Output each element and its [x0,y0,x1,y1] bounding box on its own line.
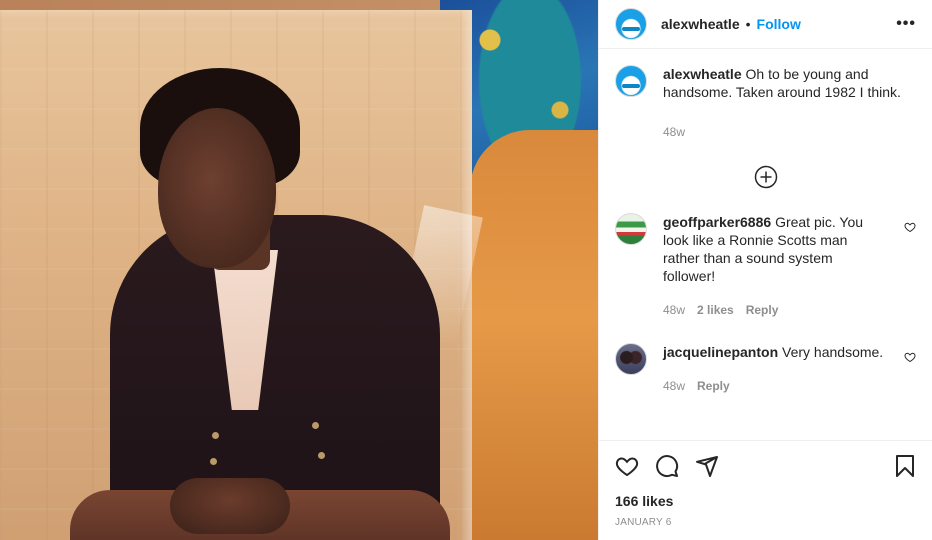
face [158,108,276,268]
like-count[interactable]: 166 likes [615,493,917,509]
comment-username[interactable]: geoffparker6886 [663,214,771,230]
reply-button[interactable]: Reply [697,377,730,395]
post-header: alexwheatle • Follow ••• [599,0,932,49]
post-date[interactable]: JANUARY 6 [615,517,917,528]
post-side-panel: alexwheatle • Follow ••• alexwheatle Oh … [598,0,932,540]
caption-username[interactable]: alexwheatle [663,66,742,82]
background-cushion [470,130,598,540]
jacket-button [312,422,319,429]
action-bar [615,451,917,481]
comment-item: geoffparker6886 Great pic. You look like… [615,213,916,319]
comment-icon[interactable] [655,454,679,478]
plus-circle-icon[interactable] [754,165,778,189]
post-actions: 166 likes JANUARY 6 [599,440,932,540]
commenter-avatar[interactable] [615,343,647,375]
comments-section: alexwheatle Oh to be young and handsome.… [599,49,932,395]
follow-button[interactable]: Follow [757,16,801,32]
load-more-comments[interactable] [615,165,916,189]
jacket-button [210,458,217,465]
hands [170,478,290,534]
comment-likes[interactable]: 2 likes [697,301,734,319]
author-avatar[interactable] [615,8,647,40]
comment-text: Very handsome. [782,344,884,360]
comment-age[interactable]: 48w [663,377,685,395]
caption-avatar[interactable] [615,65,647,97]
author-username[interactable]: alexwheatle [661,16,740,32]
comment-username[interactable]: jacquelinepanton [663,344,778,360]
jacket-button [318,452,325,459]
heart-icon[interactable] [615,454,639,478]
paper-plane-icon[interactable] [695,454,719,478]
caption-age[interactable]: 48w [663,123,685,141]
comment-age[interactable]: 48w [663,301,685,319]
caption: alexwheatle Oh to be young and handsome.… [615,65,916,141]
reply-button[interactable]: Reply [746,301,779,319]
post-image[interactable] [0,0,598,540]
commenter-avatar[interactable] [615,213,647,245]
comment-item: jacquelinepanton Very handsome. 48w Repl… [615,343,916,395]
small-heart-icon[interactable] [904,351,916,363]
small-heart-icon[interactable] [904,221,916,233]
bookmark-icon[interactable] [893,454,917,478]
more-options-icon[interactable]: ••• [896,15,916,33]
jacket-button [212,432,219,439]
separator-dot: • [745,16,751,32]
